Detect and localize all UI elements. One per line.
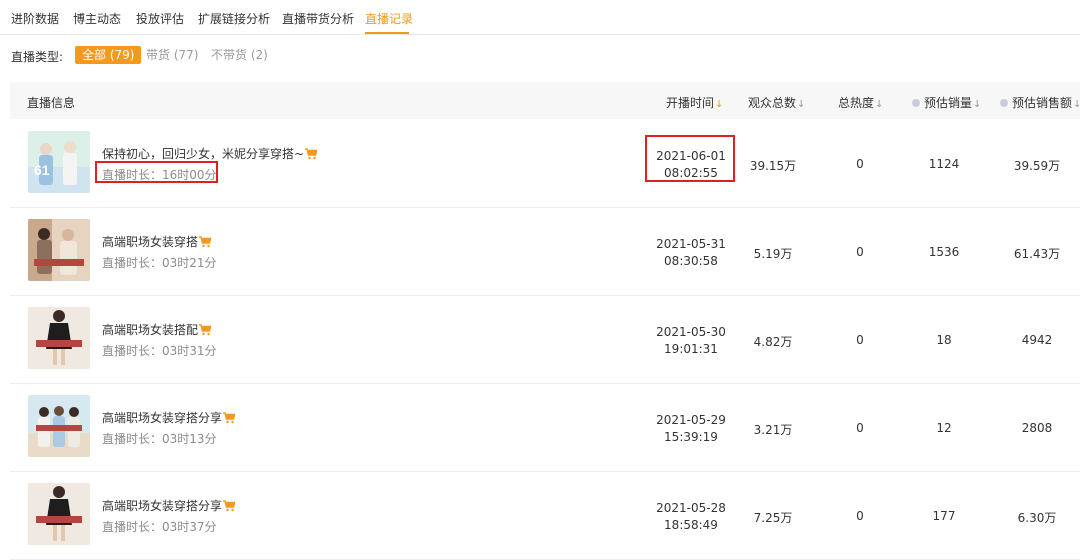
column-header-viewers[interactable]: 观众总数↓ — [748, 94, 805, 111]
info-dot-icon[interactable] — [912, 99, 920, 107]
viewers-count: 5.19万 — [753, 247, 793, 261]
est-sales: 12 — [936, 421, 952, 435]
heat-value: 0 — [856, 245, 864, 259]
active-tab-indicator — [365, 32, 409, 34]
live-title-text: 高端职场女装穿搭分享 — [102, 411, 223, 425]
tab-ad-evaluation[interactable]: 投放评估 — [136, 10, 184, 27]
live-cover-thumbnail[interactable] — [28, 219, 90, 281]
tab-blogger-updates[interactable]: 博主动态 — [73, 10, 121, 27]
live-cover-thumbnail[interactable] — [28, 395, 90, 457]
table-row[interactable]: 高端职场女装搭配 直播时长：03时31分 2021-05-30 19:01:31 … — [10, 295, 1080, 384]
start-clock: 15:39:19 — [664, 430, 718, 444]
shopping-cart-icon — [199, 324, 212, 336]
viewers-count: 4.82万 — [753, 335, 793, 349]
live-cover-thumbnail[interactable] — [28, 307, 90, 369]
est-amount: 4942 — [1021, 333, 1053, 347]
start-clock: 08:30:58 — [664, 254, 718, 268]
sort-down-icon: ↓ — [973, 99, 982, 110]
tab-link-analysis[interactable]: 扩展链接分析 — [198, 10, 270, 27]
shopping-cart-icon — [305, 148, 318, 160]
tab-bar: 进阶数据 博主动态 投放评估 扩展链接分析 直播带货分析 直播记录 — [0, 0, 1080, 35]
sort-down-icon: ↓ — [797, 99, 806, 110]
tab-advanced-data[interactable]: 进阶数据 — [11, 10, 59, 27]
shopping-cart-icon — [223, 412, 236, 424]
sort-down-icon: ↓ — [875, 99, 884, 110]
start-clock: 19:01:31 — [664, 342, 718, 356]
start-date: 2021-05-30 — [656, 325, 726, 339]
viewers-count: 3.21万 — [753, 423, 793, 437]
column-header-est-sales[interactable]: 预估销量↓ — [912, 94, 981, 111]
filter-no-goods-chip[interactable]: 不带货 (2) — [204, 46, 275, 64]
filter-with-goods-chip[interactable]: 带货 (77) — [139, 46, 205, 64]
column-header-heat[interactable]: 总热度↓ — [838, 94, 883, 111]
duration-highlight-box — [95, 161, 218, 183]
est-amount: 2808 — [1021, 421, 1053, 435]
live-title[interactable]: 高端职场女装搭配 — [102, 321, 212, 338]
est-sales: 1124 — [928, 157, 960, 171]
column-header-label: 总热度 — [838, 96, 875, 110]
start-time-highlight-box — [645, 135, 735, 182]
est-sales: 1536 — [928, 245, 960, 259]
filter-all-chip[interactable]: 全部 (79) — [75, 46, 142, 64]
viewers-count: 39.15万 — [749, 159, 797, 173]
live-duration: 直播时长：03时21分 — [102, 256, 217, 270]
column-header-label: 预估销量 — [924, 96, 973, 110]
live-cover-thumbnail[interactable]: 61 — [28, 131, 90, 193]
start-time: 2021-05-29 15:39:19 — [650, 412, 732, 446]
start-date: 2021-05-28 — [656, 501, 726, 515]
live-title-text: 高端职场女装穿搭分享 — [102, 499, 223, 513]
column-header-live-info: 直播信息 — [27, 96, 76, 110]
start-clock: 18:58:49 — [664, 518, 718, 532]
live-title-text: 保持初心，回归少女，米妮分享穿搭~ — [102, 147, 305, 161]
column-header-start-time[interactable]: 开播时间↓ — [666, 94, 723, 111]
column-header-label: 预估销售额 — [1012, 96, 1073, 110]
info-dot-icon[interactable] — [1000, 99, 1008, 107]
live-duration: 直播时长：03时13分 — [102, 432, 217, 446]
est-sales: 18 — [936, 333, 952, 347]
heat-value: 0 — [856, 333, 864, 347]
column-header-est-amount[interactable]: 预估销售额↓ — [1000, 94, 1080, 111]
start-time: 2021-05-30 19:01:31 — [650, 324, 732, 358]
start-date: 2021-05-29 — [656, 413, 726, 427]
live-title-text: 高端职场女装穿搭 — [102, 235, 199, 249]
est-amount: 6.30万 — [1017, 511, 1057, 525]
est-amount: 61.43万 — [1013, 247, 1061, 261]
start-time: 2021-05-31 08:30:58 — [650, 236, 732, 270]
shopping-cart-icon — [199, 236, 212, 248]
sort-down-icon: ↓ — [715, 99, 724, 110]
live-title[interactable]: 高端职场女装穿搭分享 — [102, 497, 236, 514]
svg-text:61: 61 — [34, 162, 50, 178]
start-time: 2021-05-28 18:58:49 — [650, 500, 732, 534]
heat-value: 0 — [856, 421, 864, 435]
live-title[interactable]: 高端职场女装穿搭分享 — [102, 409, 236, 426]
viewers-count: 7.25万 — [753, 511, 793, 525]
filter-label: 直播类型: — [11, 50, 64, 64]
heat-value: 0 — [856, 157, 864, 171]
column-header-label: 观众总数 — [748, 96, 797, 110]
heat-value: 0 — [856, 509, 864, 523]
table-row[interactable]: 高端职场女装穿搭分享 直播时长：03时13分 2021-05-29 15:39:1… — [10, 383, 1080, 472]
est-sales: 177 — [932, 509, 956, 523]
start-date: 2021-05-31 — [656, 237, 726, 251]
tab-live-sales-analysis[interactable]: 直播带货分析 — [282, 10, 354, 27]
est-amount: 39.59万 — [1013, 159, 1061, 173]
live-duration: 直播时长：03时31分 — [102, 344, 217, 358]
table-row[interactable]: 高端职场女装穿搭 直播时长：03时21分 2021-05-31 08:30:58 … — [10, 207, 1080, 296]
table-row[interactable]: 高端职场女装穿搭分享 直播时长：03时37分 2021-05-28 18:58:4… — [10, 471, 1080, 560]
column-header-label: 开播时间 — [666, 96, 715, 110]
table-header: 直播信息 开播时间↓ 观众总数↓ 总热度↓ 预估销量↓ 预估销售额↓ — [10, 82, 1080, 119]
live-title[interactable]: 高端职场女装穿搭 — [102, 233, 212, 250]
live-cover-thumbnail[interactable] — [28, 483, 90, 545]
shopping-cart-icon — [223, 500, 236, 512]
live-duration: 直播时长：03时37分 — [102, 520, 217, 534]
live-title[interactable]: 保持初心，回归少女，米妮分享穿搭~ — [102, 145, 318, 162]
tab-live-records[interactable]: 直播记录 — [365, 10, 413, 27]
live-title-text: 高端职场女装搭配 — [102, 323, 199, 337]
sort-down-icon: ↓ — [1073, 99, 1080, 110]
